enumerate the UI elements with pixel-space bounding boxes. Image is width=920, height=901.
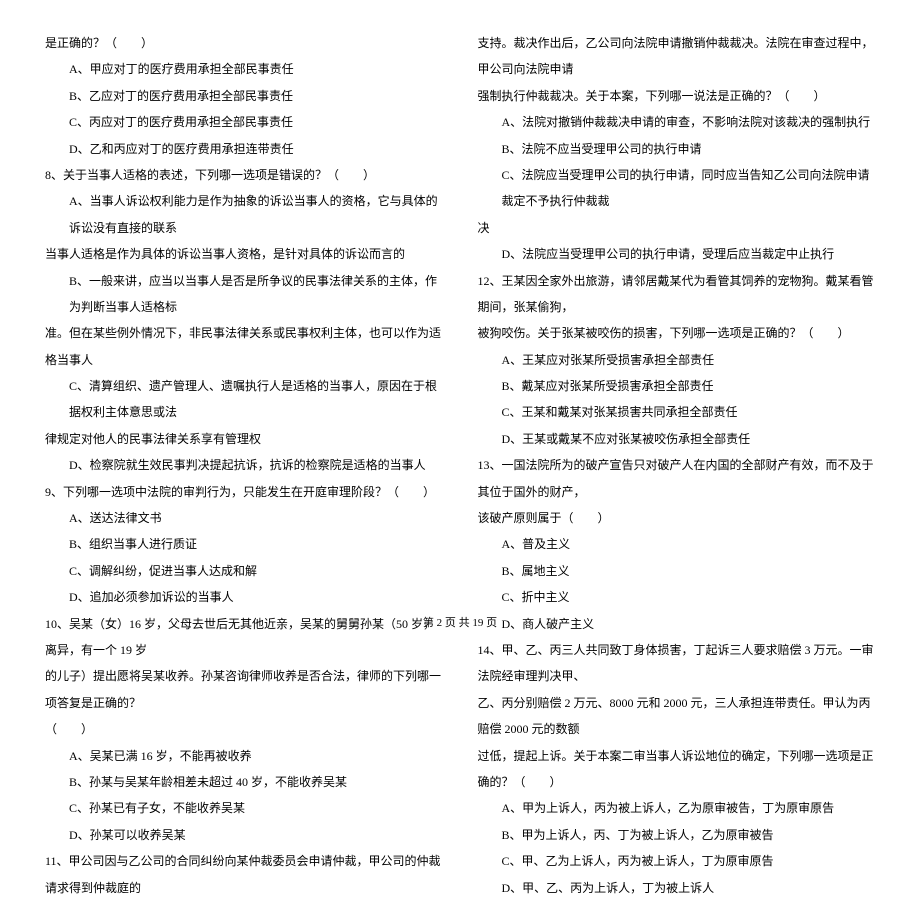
text-line: 支持。裁决作出后，乙公司向法院申请撤销仲裁裁决。法院在审查过程中，甲公司向法院申… bbox=[478, 30, 876, 83]
text-line: C、法院应当受理甲公司的执行申请，同时应当告知乙公司向法院申请裁定不予执行仲裁裁 bbox=[478, 162, 876, 215]
text-line: D、孙某可以收养吴某 bbox=[45, 822, 443, 848]
text-line: B、法院不应当受理甲公司的执行申请 bbox=[478, 136, 876, 162]
text-line: B、孙某与吴某年龄相差未超过 40 岁，不能收养吴某 bbox=[45, 769, 443, 795]
text-line: A、吴某已满 16 岁，不能再被收养 bbox=[45, 743, 443, 769]
text-line: A、普及主义 bbox=[478, 531, 876, 557]
text-line: C、调解纠纷，促进当事人达成和解 bbox=[45, 558, 443, 584]
text-line: A、送达法律文书 bbox=[45, 505, 443, 531]
text-line: 13、一国法院所为的破产宣告只对破产人在内国的全部财产有效，而不及于其位于国外的… bbox=[478, 452, 876, 505]
text-line: D、王某或戴某不应对张某被咬伤承担全部责任 bbox=[478, 426, 876, 452]
text-line: B、一般来讲，应当以当事人是否是所争议的民事法律关系的主体，作为判断当事人适格标 bbox=[45, 268, 443, 321]
text-line: C、王某和戴某对张某损害共同承担全部责任 bbox=[478, 399, 876, 425]
text-line: 乙、丙分别赔偿 2 万元、8000 元和 2000 元，三人承担连带责任。甲认为… bbox=[478, 690, 876, 743]
text-line: 8、关于当事人适格的表述，下列哪一选项是错误的？（ ） bbox=[45, 162, 443, 188]
text-line: （ ） bbox=[45, 716, 443, 742]
right-column: 支持。裁决作出后，乙公司向法院申请撤销仲裁裁决。法院在审查过程中，甲公司向法院申… bbox=[478, 30, 876, 610]
text-line: 当事人适格是作为具体的诉讼当事人资格，是针对具体的诉讼而言的 bbox=[45, 241, 443, 267]
text-line: A、甲应对丁的医疗费用承担全部民事责任 bbox=[45, 56, 443, 82]
left-column: 是正确的？（ ）A、甲应对丁的医疗费用承担全部民事责任B、乙应对丁的医疗费用承担… bbox=[45, 30, 443, 610]
text-line: B、戴某应对张某所受损害承担全部责任 bbox=[478, 373, 876, 399]
text-line: D、甲、乙、丙为上诉人，丁为被上诉人 bbox=[478, 875, 876, 901]
text-line: A、王某应对张某所受损害承担全部责任 bbox=[478, 347, 876, 373]
text-line: D、法院应当受理甲公司的执行申请，受理后应当裁定中止执行 bbox=[478, 241, 876, 267]
text-line: A、当事人诉讼权利能力是作为抽象的诉讼当事人的资格，它与具体的诉讼没有直接的联系 bbox=[45, 188, 443, 241]
text-line: 9、下列哪一选项中法院的审判行为，只能发生在开庭审理阶段？（ ） bbox=[45, 479, 443, 505]
text-line: 被狗咬伤。关于张某被咬伤的损害，下列哪一选项是正确的？（ ） bbox=[478, 320, 876, 346]
text-line: D、检察院就生效民事判决提起抗诉，抗诉的检察院是适格的当事人 bbox=[45, 452, 443, 478]
text-line: C、清算组织、遗产管理人、遗嘱执行人是适格的当事人，原因在于根据权利主体意思或法 bbox=[45, 373, 443, 426]
text-line: C、甲、乙为上诉人，丙为被上诉人，丁为原审原告 bbox=[478, 848, 876, 874]
text-line: 11、甲公司因与乙公司的合同纠纷向某仲裁委员会申请仲裁，甲公司的仲裁请求得到仲裁… bbox=[45, 848, 443, 901]
text-line: 14、甲、乙、丙三人共同致丁身体损害，丁起诉三人要求赔偿 3 万元。一审法院经审… bbox=[478, 637, 876, 690]
text-line: D、追加必须参加诉讼的当事人 bbox=[45, 584, 443, 610]
text-line: D、乙和丙应对丁的医疗费用承担连带责任 bbox=[45, 136, 443, 162]
text-line: C、丙应对丁的医疗费用承担全部民事责任 bbox=[45, 109, 443, 135]
text-line: C、孙某已有子女，不能收养吴某 bbox=[45, 795, 443, 821]
page-container: 是正确的？（ ）A、甲应对丁的医疗费用承担全部民事责任B、乙应对丁的医疗费用承担… bbox=[45, 30, 875, 610]
text-line: 是正确的？（ ） bbox=[45, 30, 443, 56]
text-line: 过低，提起上诉。关于本案二审当事人诉讼地位的确定，下列哪一选项是正确的？（ ） bbox=[478, 743, 876, 796]
text-line: 准。但在某些例外情况下，非民事法律关系或民事权利主体，也可以作为适格当事人 bbox=[45, 320, 443, 373]
text-line: 强制执行仲裁裁决。关于本案，下列哪一说法是正确的？（ ） bbox=[478, 83, 876, 109]
text-line: B、属地主义 bbox=[478, 558, 876, 584]
text-line: 的儿子）提出愿将吴某收养。孙某咨询律师收养是否合法，律师的下列哪一项答复是正确的… bbox=[45, 663, 443, 716]
text-line: B、乙应对丁的医疗费用承担全部民事责任 bbox=[45, 83, 443, 109]
text-line: B、甲为上诉人，丙、丁为被上诉人，乙为原审被告 bbox=[478, 822, 876, 848]
text-line: 12、王某因全家外出旅游，请邻居戴某代为看管其饲养的宠物狗。戴某看管期间，张某偷… bbox=[478, 268, 876, 321]
text-line: A、法院对撤销仲裁裁决申请的审查，不影响法院对该裁决的强制执行 bbox=[478, 109, 876, 135]
text-line: 该破产原则属于（ ） bbox=[478, 505, 876, 531]
text-line: B、组织当事人进行质证 bbox=[45, 531, 443, 557]
text-line: A、甲为上诉人，丙为被上诉人，乙为原审被告，丁为原审原告 bbox=[478, 795, 876, 821]
text-line: C、折中主义 bbox=[478, 584, 876, 610]
page-footer: 第 2 页 共 19 页 bbox=[0, 611, 920, 635]
text-line: 律规定对他人的民事法律关系享有管理权 bbox=[45, 426, 443, 452]
text-line: 决 bbox=[478, 215, 876, 241]
